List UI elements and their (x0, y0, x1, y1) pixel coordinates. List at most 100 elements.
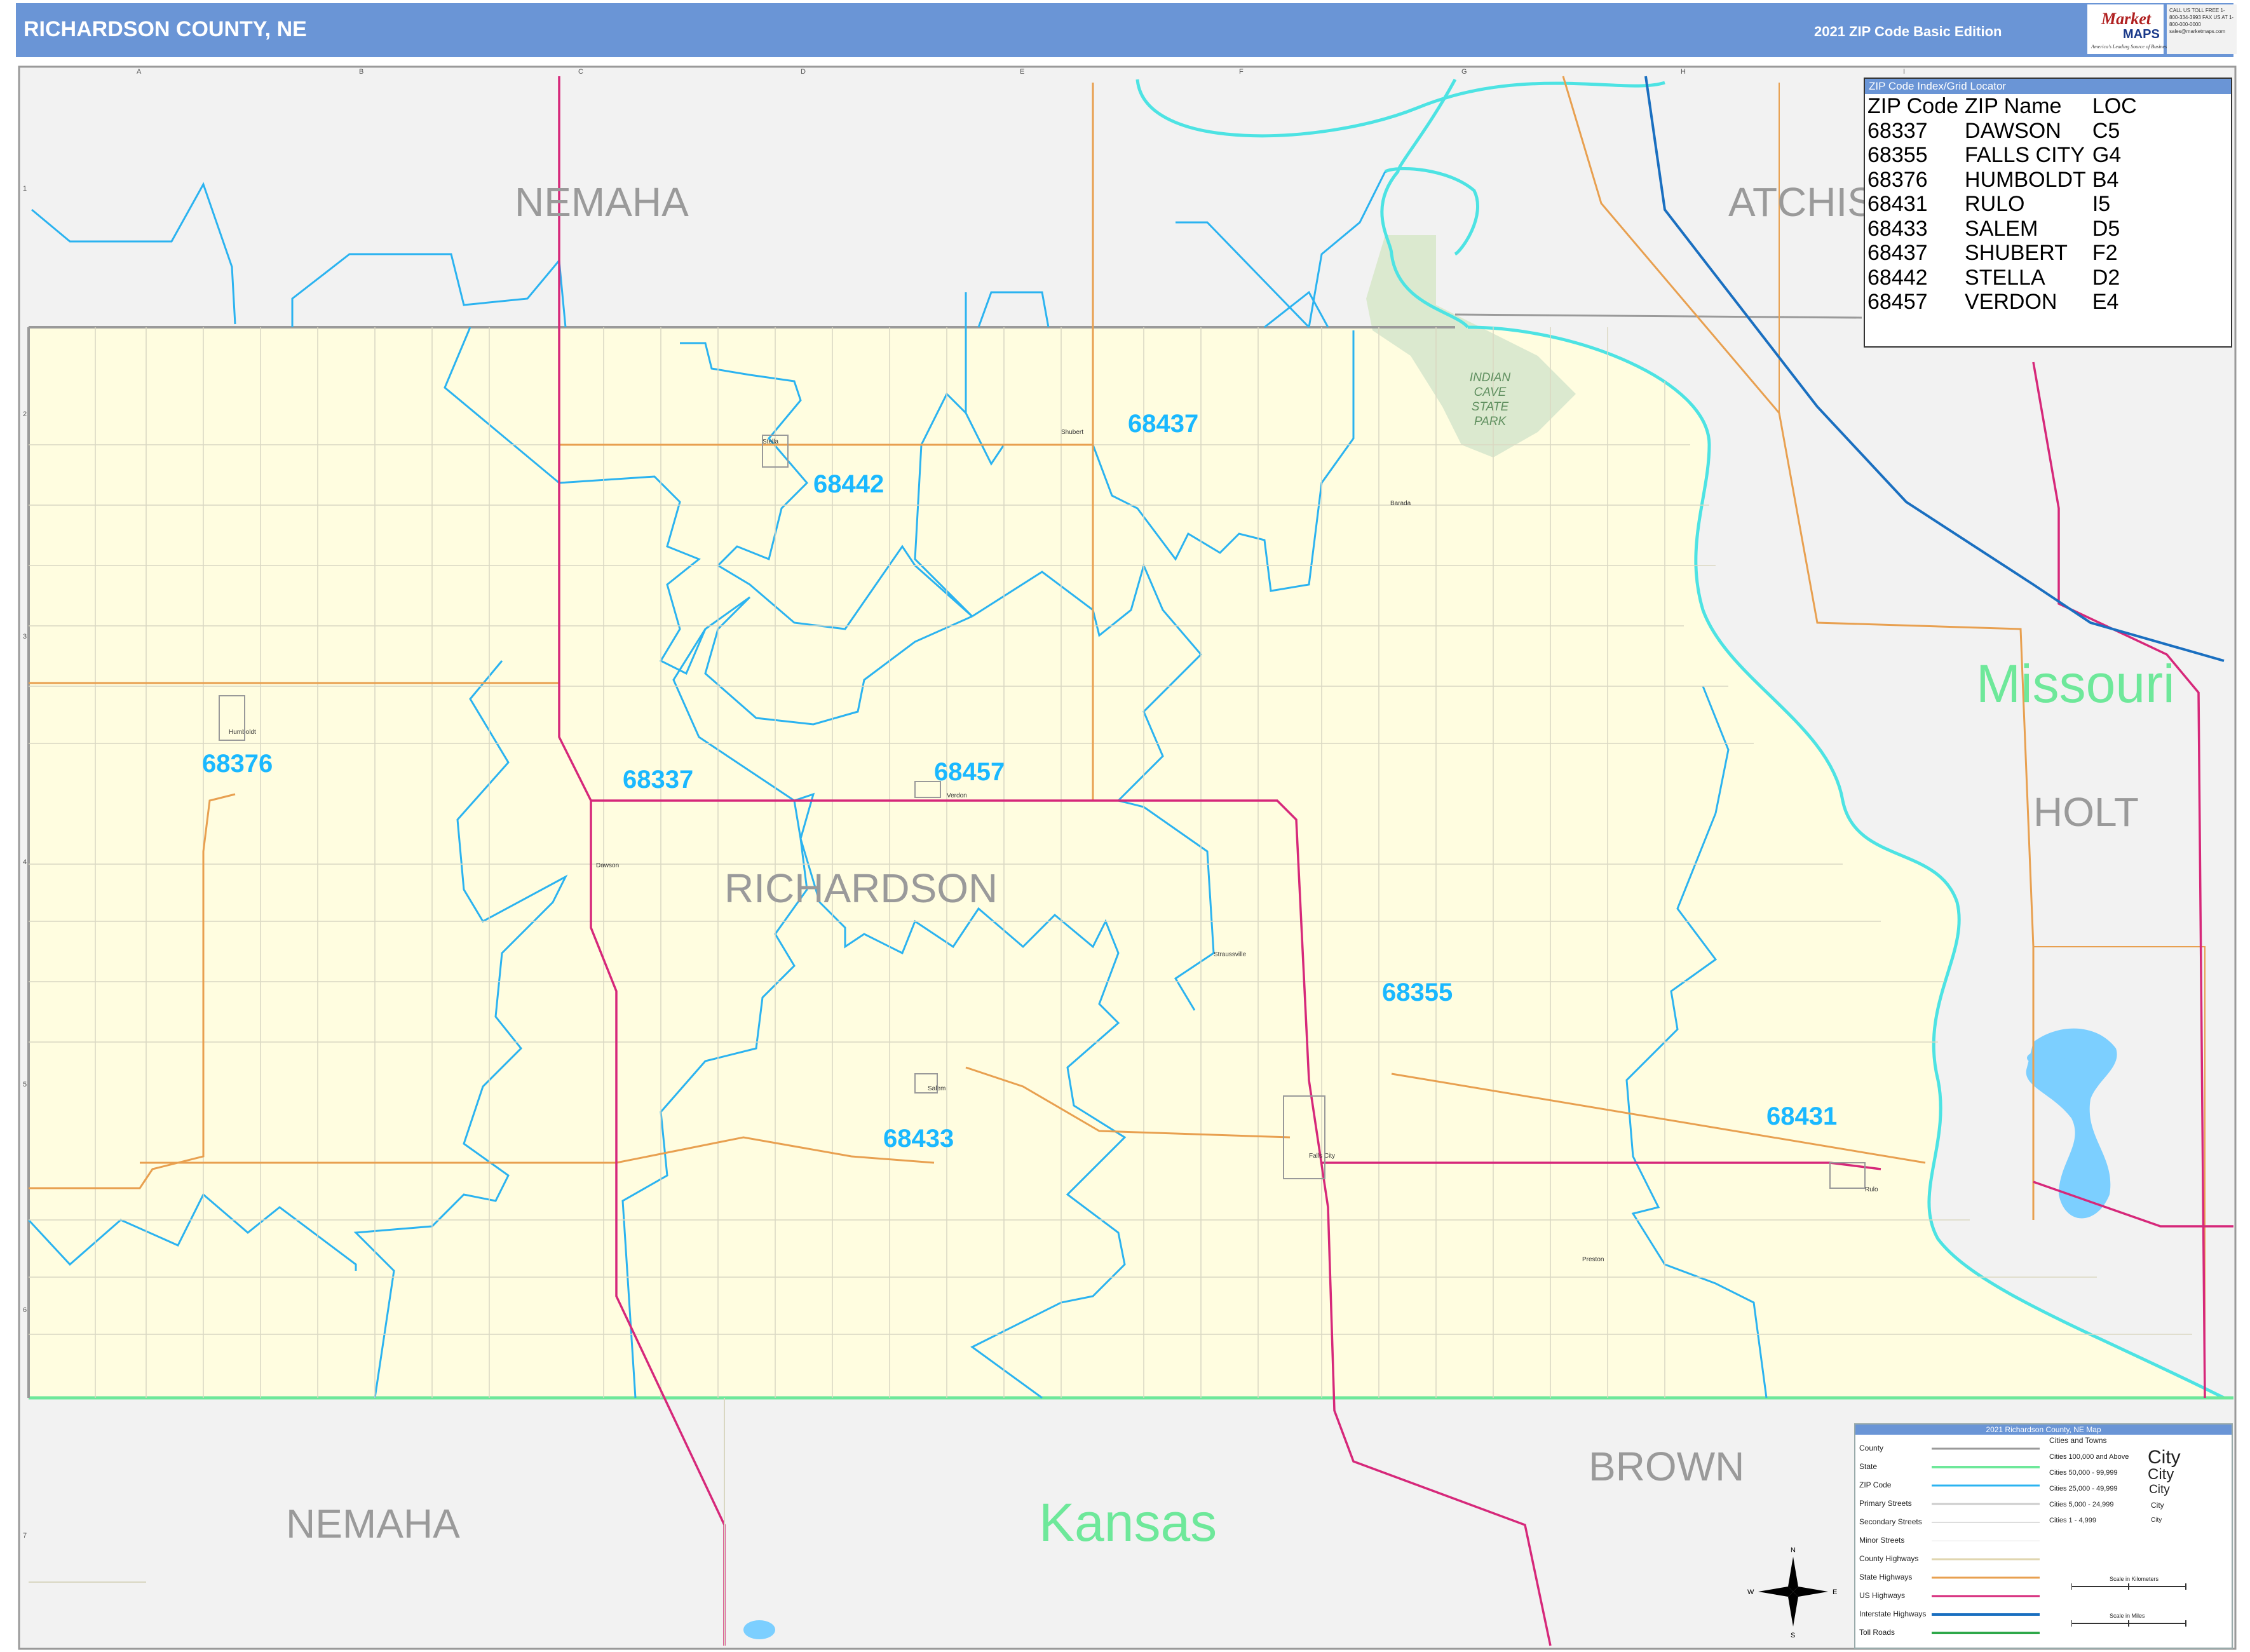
zip-index-title: ZIP Code Index/Grid Locator (1865, 79, 2231, 94)
zip-label-68457[interactable]: 68457 (934, 758, 1005, 786)
city-label-stella[interactable]: Stella (762, 438, 778, 445)
zip-name-cell: RULO (1965, 192, 2025, 216)
city-label-straussville[interactable]: Straussville (1214, 951, 1247, 958)
park-label-line4: PARK (1474, 415, 1507, 428)
county-label-richardson: RICHARDSON (724, 865, 998, 911)
compass-e: E (1833, 1588, 1837, 1596)
zip-label-68431[interactable]: 68431 (1766, 1102, 1837, 1130)
county-label-nemaha-ne: NEMAHA (515, 179, 689, 225)
table-row[interactable]: 68376 HUMBOLDT B4 (1866, 168, 2142, 193)
grid-col-B: B (359, 68, 363, 76)
table-row[interactable]: 68355 FALLS CITY G4 (1866, 143, 2142, 168)
legend-county-highways: County Highways (1859, 1554, 1919, 1563)
table-row[interactable]: 68433 SALEM D5 (1866, 217, 2142, 241)
city-label-rulo[interactable]: Rulo (1865, 1186, 1878, 1193)
grid-col-H: H (1681, 68, 1686, 76)
legend-city-5k: Cities 5,000 - 24,999 (2049, 1501, 2114, 1508)
zip-label-68376[interactable]: 68376 (202, 750, 273, 778)
zip-label-68437[interactable]: 68437 (1128, 410, 1198, 438)
city-label-shubert[interactable]: Shubert (1061, 429, 1083, 436)
county-label-holt: HOLT (2033, 789, 2139, 835)
zip-cell: 68355 (1867, 143, 1928, 167)
loc-cell: E4 (2092, 290, 2119, 314)
legend-toll-roads: Toll Roads (1859, 1628, 1895, 1637)
zip-cell: 68437 (1867, 241, 1928, 265)
legend-line-swatches (1932, 1447, 2040, 1634)
table-row[interactable]: 68442 STELLA D2 (1866, 266, 2142, 290)
zip-index-col-zip: ZIP Code (1867, 94, 1959, 118)
grid-col-F: F (1239, 68, 1244, 76)
legend-city-sample-2: City (2148, 1466, 2174, 1483)
legend-city-sample-1: City (2148, 1447, 2181, 1468)
legend-title: 2021 Richardson County, NE Map (1855, 1425, 2232, 1435)
zip-name-cell: FALLS CITY (1965, 143, 2085, 167)
legend-state-highways: State Highways (1859, 1573, 1913, 1581)
zip-index-col-loc: LOC (2092, 94, 2137, 118)
zip-label-68355[interactable]: 68355 (1382, 978, 1453, 1006)
zip-cell: 68457 (1867, 290, 1928, 314)
table-row[interactable]: 68437 SHUBERT F2 (1866, 241, 2142, 266)
city-label-humboldt[interactable]: Humboldt (229, 729, 256, 736)
zip-cell: 68433 (1867, 216, 1928, 241)
zip-cell: 68376 (1867, 167, 1928, 192)
loc-cell: D2 (2092, 265, 2120, 290)
city-label-verdon[interactable]: Verdon (947, 792, 967, 799)
map-legend: 2021 Richardson County, NE Map County St… (1854, 1423, 2233, 1649)
loc-cell: F2 (2092, 241, 2118, 265)
legend-city-sample-5: City (2151, 1517, 2162, 1524)
loc-cell: B4 (2092, 167, 2119, 192)
grid-row-2: 2 (23, 410, 27, 418)
loc-cell: D5 (2092, 216, 2120, 241)
table-row[interactable]: 68457 VERDON E4 (1866, 290, 2142, 315)
zip-label-68433[interactable]: 68433 (883, 1125, 954, 1153)
legend-cities-header: Cities and Towns (2049, 1436, 2107, 1445)
grid-col-G: G (1461, 68, 1467, 76)
city-label-dawson[interactable]: Dawson (596, 862, 619, 869)
grid-row-6: 6 (23, 1306, 27, 1314)
zip-name-cell: SHUBERT (1965, 241, 2068, 265)
park-label-line3: STATE (1472, 400, 1509, 414)
legend-city-sample-4: City (2151, 1501, 2164, 1510)
grid-row-3: 3 (23, 633, 27, 640)
legend-city-25k: Cities 25,000 - 49,999 (2049, 1485, 2118, 1493)
table-row[interactable]: 68337 DAWSON C5 (1866, 119, 2142, 144)
grid-col-D: D (801, 68, 806, 76)
legend-city-1: Cities 1 - 4,999 (2049, 1517, 2096, 1524)
park-label-line2: CAVE (1474, 386, 1507, 399)
compass-n: N (1791, 1547, 1796, 1554)
grid-col-E: E (1020, 68, 1024, 76)
zip-name-cell: HUMBOLDT (1965, 167, 2086, 192)
zip-index-table: ZIP Code ZIP Name LOC 68337 DAWSON C5 6835… (1866, 94, 2142, 315)
grid-row-1: 1 (23, 185, 27, 193)
legend-scale-km: Scale in Kilometers (2110, 1576, 2159, 1582)
zip-index-header-row: ZIP Code ZIP Name LOC (1866, 94, 2142, 119)
table-row[interactable]: 68431 RULO I5 (1866, 192, 2142, 217)
zip-code-index-panel: ZIP Code Index/Grid Locator ZIP Code ZIP… (1864, 78, 2232, 348)
city-label-preston[interactable]: Preston (1582, 1256, 1604, 1263)
zip-name-cell: DAWSON (1965, 118, 2061, 143)
legend-city-50k: Cities 50,000 - 99,999 (2049, 1469, 2118, 1477)
park-label-line1: INDIAN (1470, 371, 1511, 384)
city-label-barada[interactable]: Barada (1390, 500, 1411, 507)
loc-cell: G4 (2092, 143, 2122, 167)
compass-w: W (1747, 1588, 1754, 1596)
legend-scale-bar-mi (2071, 1620, 2186, 1627)
zip-cell: 68442 (1867, 265, 1928, 290)
legend-scale-bar-km (2071, 1583, 2186, 1590)
loc-cell: C5 (2092, 118, 2120, 143)
pond-kansas (743, 1620, 775, 1639)
zip-label-68442[interactable]: 68442 (813, 470, 884, 498)
grid-col-C: C (578, 68, 583, 76)
legend-secondary-streets: Secondary Streets (1859, 1517, 1922, 1526)
grid-col-A: A (137, 68, 142, 76)
zip-label-68337[interactable]: 68337 (623, 766, 693, 794)
legend-county: County (1859, 1444, 1884, 1452)
loc-cell: I5 (2092, 192, 2111, 216)
legend-us-highways: US Highways (1859, 1591, 1906, 1600)
county-label-nemaha-ks: NEMAHA (286, 1501, 460, 1547)
zip-name-cell: STELLA (1965, 265, 2045, 290)
city-label-falls-city[interactable]: Falls City (1309, 1153, 1335, 1160)
grid-row-5: 5 (23, 1081, 27, 1088)
compass-s: S (1791, 1632, 1795, 1639)
legend-zip-code: ZIP Code (1859, 1480, 1892, 1489)
